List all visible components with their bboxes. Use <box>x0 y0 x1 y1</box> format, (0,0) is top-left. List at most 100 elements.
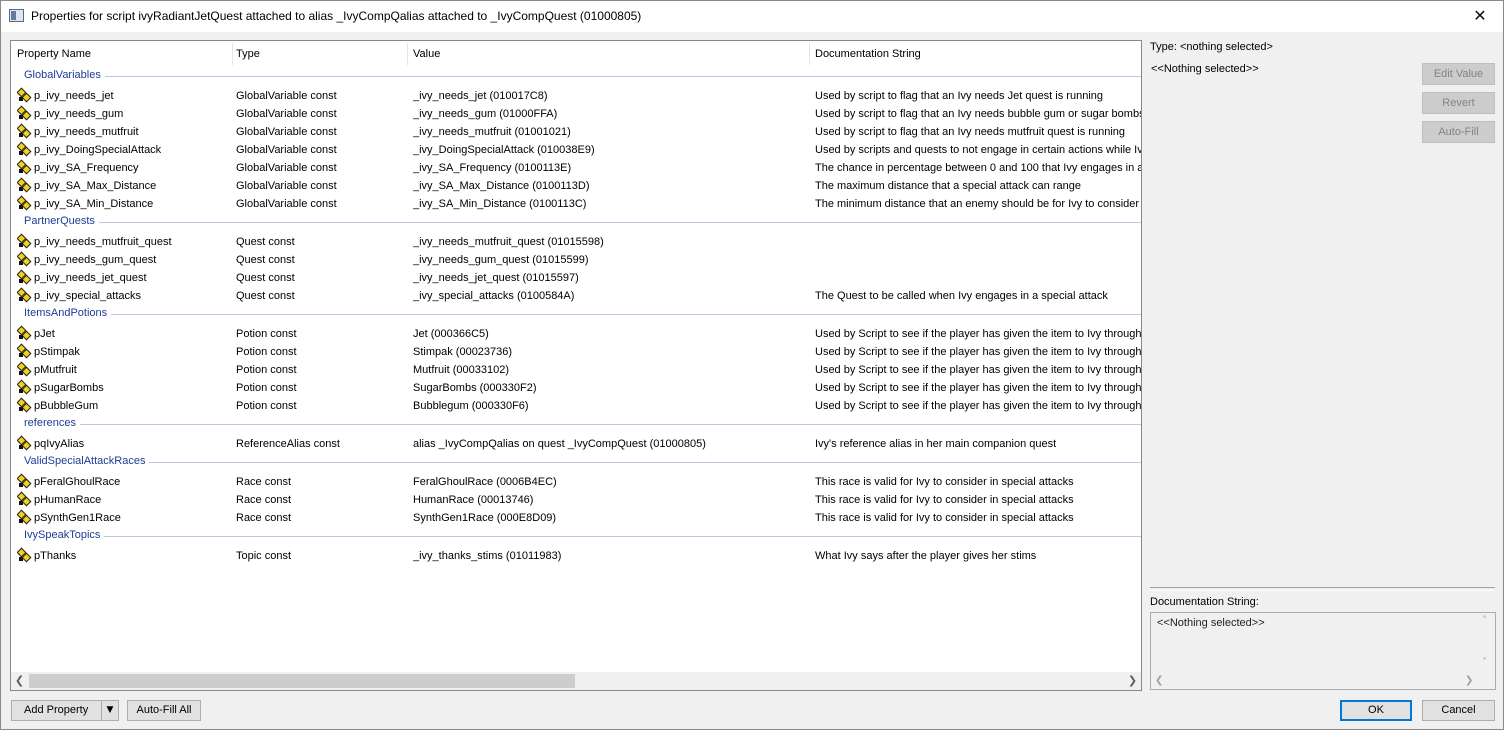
property-icon <box>17 435 32 451</box>
property-value: _ivy_needs_mutfruit (01001021) <box>413 126 571 138</box>
ok-button[interactable]: OK <box>1340 700 1412 721</box>
group-header[interactable]: references <box>11 415 1141 435</box>
table-row[interactable]: p_ivy_DoingSpecialAttack GlobalVariable c… <box>11 141 1141 159</box>
property-type: ReferenceAlias const <box>236 438 340 450</box>
property-type: Topic const <box>236 550 292 562</box>
property-value: Bubblegum (000330F6) <box>413 400 529 412</box>
property-name-cell: p_ivy_DoingSpecialAttack <box>17 141 233 159</box>
table-row[interactable]: p_ivy_needs_jet_quest Quest const _ivy_nee… <box>11 269 1141 287</box>
table-row[interactable]: pJet Potion const Jet (000366C5) Used by Sc… <box>11 325 1141 343</box>
table-row[interactable]: pSugarBombs Potion const SugarBombs (00033… <box>11 379 1141 397</box>
property-name-cell: p_ivy_SA_Max_Distance <box>17 177 233 195</box>
table-row[interactable]: pFeralGhoulRace Race const FeralGhoulRace … <box>11 473 1141 491</box>
property-doc: Used by scripts and quests to not engage… <box>815 144 1141 156</box>
horizontal-scrollbar[interactable]: ❮ ❯ <box>11 672 1141 690</box>
column-header-type[interactable]: Type <box>230 41 407 67</box>
revert-button[interactable]: Revert <box>1422 92 1495 114</box>
property-name-cell: pJet <box>17 325 233 343</box>
property-name-cell: p_ivy_SA_Min_Distance <box>17 195 233 213</box>
group-label: references <box>24 417 76 429</box>
group-header[interactable]: ItemsAndPotions <box>11 305 1141 325</box>
property-value: _ivy_DoingSpecialAttack (010038E9) <box>413 144 595 156</box>
scroll-left-icon[interactable]: ❮ <box>11 672 28 690</box>
scroll-left-icon[interactable]: ❮ <box>1155 675 1163 686</box>
column-header-property-name[interactable]: Property Name <box>11 41 232 67</box>
group-header[interactable]: ValidSpecialAttackRaces <box>11 453 1141 473</box>
property-icon <box>17 397 32 413</box>
property-type: GlobalVariable const <box>236 126 337 138</box>
table-row[interactable]: p_ivy_SA_Frequency GlobalVariable const _i… <box>11 159 1141 177</box>
property-type: Potion const <box>236 382 297 394</box>
property-doc: The chance in percentage between 0 and 1… <box>815 162 1141 174</box>
table-row[interactable]: p_ivy_needs_mutfruit_quest Quest const _iv… <box>11 233 1141 251</box>
group-divider <box>149 462 1141 463</box>
table-row[interactable]: pMutfruit Potion const Mutfruit (00033102)… <box>11 361 1141 379</box>
property-name-cell: pSynthGen1Race <box>17 509 233 527</box>
property-name-cell: pStimpak <box>17 343 233 361</box>
close-icon[interactable]: ✕ <box>1457 1 1503 32</box>
group-divider <box>105 76 1141 77</box>
property-value: Jet (000366C5) <box>413 328 489 340</box>
auto-fill-all-button[interactable]: Auto-Fill All <box>127 700 201 721</box>
table-row[interactable]: p_ivy_needs_mutfruit GlobalVariable const… <box>11 123 1141 141</box>
documentation-textbox[interactable]: <<Nothing selected>> ˄ ˅ ❮ ❯ <box>1150 612 1496 690</box>
table-row[interactable]: p_ivy_needs_jet GlobalVariable const _ivy_… <box>11 87 1141 105</box>
table-row[interactable]: pThanks Topic const _ivy_thanks_stims (010… <box>11 547 1141 565</box>
property-value: Mutfruit (00033102) <box>413 364 509 376</box>
add-property-button[interactable]: Add Property ▼ <box>11 700 119 721</box>
window-icon <box>9 9 24 22</box>
table-row[interactable]: p_ivy_needs_gum_quest Quest const _ivy_nee… <box>11 251 1141 269</box>
group-header[interactable]: IvySpeakTopics <box>11 527 1141 547</box>
dropdown-arrow-icon[interactable]: ▼ <box>101 701 118 720</box>
property-name: p_ivy_needs_gum <box>34 108 124 120</box>
group-label: PartnerQuests <box>24 215 95 227</box>
property-doc: Used by Script to see if the player has … <box>815 364 1141 376</box>
group-header[interactable]: PartnerQuests <box>11 213 1141 233</box>
scroll-right-icon[interactable]: ❯ <box>1465 675 1473 686</box>
table-row[interactable]: pStimpak Potion const Stimpak (00023736) Us… <box>11 343 1141 361</box>
property-rows: GlobalVariables p_ivy_needs_jet GlobalVari… <box>11 67 1141 565</box>
property-name-cell: p_ivy_needs_gum_quest <box>17 251 233 269</box>
panel-splitter[interactable] <box>1150 587 1495 591</box>
property-icon <box>17 361 32 377</box>
property-doc: The Quest to be called when Ivy engages … <box>815 290 1108 302</box>
property-type: Quest const <box>236 290 295 302</box>
property-type: Potion const <box>236 328 297 340</box>
table-row[interactable]: pBubbleGum Potion const Bubblegum (000330F… <box>11 397 1141 415</box>
table-row[interactable]: pSynthGen1Race Race const SynthGen1Race (0… <box>11 509 1141 527</box>
property-name-cell: p_ivy_needs_mutfruit <box>17 123 233 141</box>
table-row[interactable]: pHumanRace Race const HumanRace (00013746)… <box>11 491 1141 509</box>
scroll-up-icon[interactable]: ˄ <box>1482 615 1487 626</box>
property-type: GlobalVariable const <box>236 144 337 156</box>
property-value: _ivy_needs_gum (01000FFA) <box>413 108 558 120</box>
scrollbar-thumb[interactable] <box>29 674 575 688</box>
group-header[interactable]: GlobalVariables <box>11 67 1141 87</box>
property-type: Race const <box>236 512 292 524</box>
property-name-cell: p_ivy_needs_mutfruit_quest <box>17 233 233 251</box>
property-type: GlobalVariable const <box>236 108 337 120</box>
group-divider <box>104 536 1141 537</box>
column-header: Property Name Type Value Documentation S… <box>11 41 1141 67</box>
scroll-down-icon[interactable]: ˅ <box>1482 657 1487 668</box>
column-header-documentation[interactable]: Documentation String <box>809 41 1141 67</box>
table-row[interactable]: pqIvyAlias ReferenceAlias const alias _Ivy… <box>11 435 1141 453</box>
doc-vertical-scrollbar[interactable]: ˄ ˅ <box>1478 613 1495 673</box>
property-name: pFeralGhoulRace <box>34 476 121 488</box>
property-value: _ivy_thanks_stims (01011983) <box>413 550 562 562</box>
table-row[interactable]: p_ivy_SA_Max_Distance GlobalVariable cons… <box>11 177 1141 195</box>
table-row[interactable]: p_ivy_special_attacks Quest const _ivy_spe… <box>11 287 1141 305</box>
table-row[interactable]: p_ivy_SA_Min_Distance GlobalVariable cons… <box>11 195 1141 213</box>
edit-value-button[interactable]: Edit Value <box>1422 63 1495 85</box>
auto-fill-button[interactable]: Auto-Fill <box>1422 121 1495 143</box>
property-value: SugarBombs (000330F2) <box>413 382 537 394</box>
property-name-cell: p_ivy_SA_Frequency <box>17 159 233 177</box>
scroll-right-icon[interactable]: ❯ <box>1124 672 1141 690</box>
cancel-button[interactable]: Cancel <box>1422 700 1495 721</box>
properties-list[interactable]: Property Name Type Value Documentation S… <box>10 40 1142 691</box>
property-name-cell: pSugarBombs <box>17 379 233 397</box>
doc-horizontal-scrollbar[interactable]: ❮ ❯ <box>1151 673 1479 689</box>
property-name: pSynthGen1Race <box>34 512 121 524</box>
property-type: GlobalVariable const <box>236 90 337 102</box>
column-header-value[interactable]: Value <box>407 41 810 67</box>
table-row[interactable]: p_ivy_needs_gum GlobalVariable const _ivy_… <box>11 105 1141 123</box>
